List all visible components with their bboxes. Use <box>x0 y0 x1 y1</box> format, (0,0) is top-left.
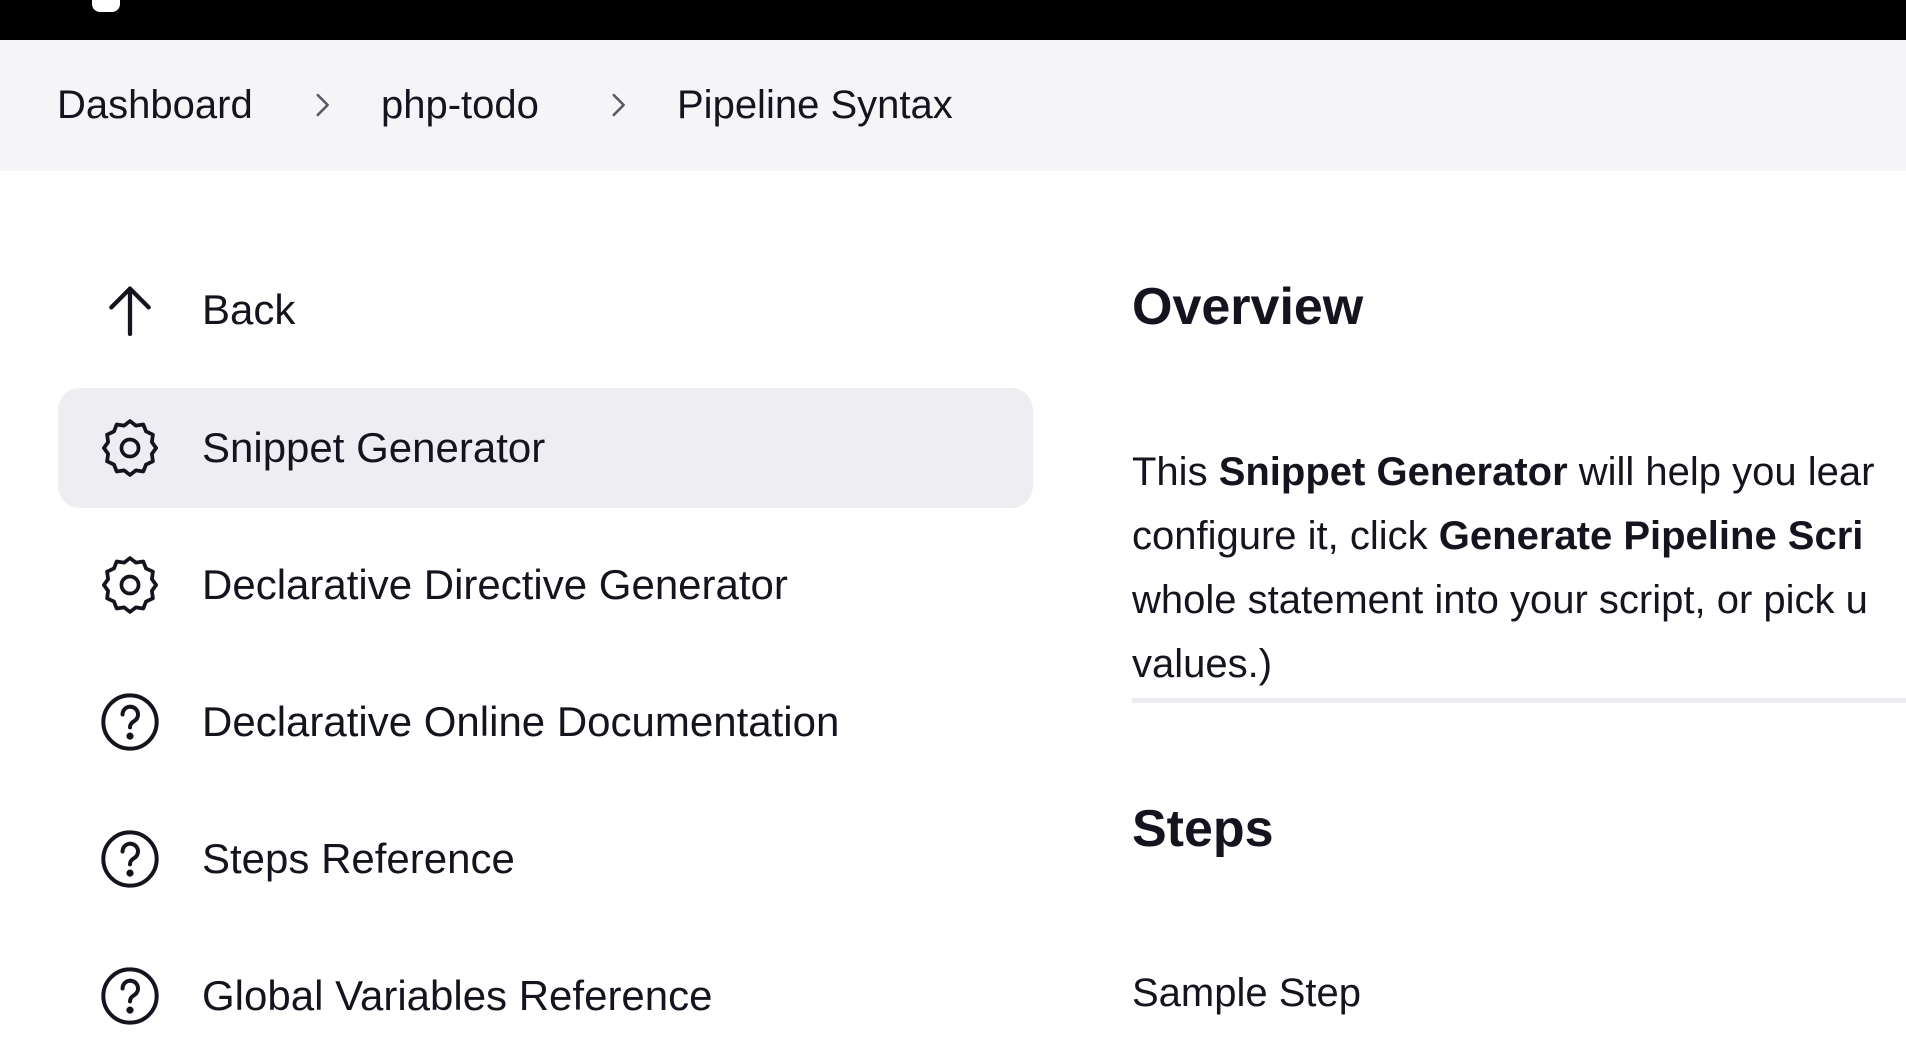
sidebar-item-label: Declarative Online Documentation <box>202 698 840 745</box>
chevron-right-icon <box>601 88 635 122</box>
help-circle-icon <box>98 827 162 891</box>
sidebar-item-label: Back <box>202 286 296 333</box>
paragraph-line: This Snippet Generator will help you lea… <box>1132 440 1906 504</box>
help-circle-icon <box>98 690 162 754</box>
section-divider <box>1132 698 1906 703</box>
sidebar-item-declarative-online-documentation[interactable]: Declarative Online Documentation <box>58 662 1033 782</box>
overview-heading: Overview <box>1132 278 1364 336</box>
sidebar-item-label: Global Variables Reference <box>202 972 713 1019</box>
breadcrumb: Dashboard php-todo Pipeline Syntax <box>0 40 1906 171</box>
jenkins-logo[interactable] <box>92 0 120 12</box>
chevron-right-icon <box>305 88 339 122</box>
sidebar-item-steps-reference[interactable]: Steps Reference <box>58 799 1033 919</box>
sidebar-item-label: Snippet Generator <box>202 424 546 471</box>
sidebar-item-label: Declarative Directive Generator <box>202 561 788 608</box>
sidebar-item-label: Steps Reference <box>202 835 515 882</box>
sidebar-item-declarative-directive-generator[interactable]: Declarative Directive Generator <box>58 525 1033 645</box>
paragraph-text: This <box>1132 450 1219 494</box>
paragraph-line: whole statement into your script, or pic… <box>1132 578 1868 622</box>
gear-icon <box>98 553 162 617</box>
paragraph-text: configure it, click <box>1132 514 1439 558</box>
breadcrumb-pipeline-syntax[interactable]: Pipeline Syntax <box>677 82 953 128</box>
paragraph-bold-text: Snippet Generator <box>1218 450 1568 494</box>
paragraph-line: configure it, click Generate Pipeline Sc… <box>1132 504 1906 568</box>
breadcrumb-dashboard[interactable]: Dashboard <box>57 82 253 128</box>
arrow-up-icon <box>98 278 162 342</box>
sidebar-item-snippet-generator[interactable]: Snippet Generator <box>58 388 1033 508</box>
sidebar-item-back[interactable]: Back <box>58 250 1033 370</box>
steps-heading: Steps <box>1132 800 1274 858</box>
breadcrumb-php-todo[interactable]: php-todo <box>381 82 539 128</box>
sample-step-label: Sample Step <box>1132 971 1362 1015</box>
overview-paragraph: This Snippet Generator will help you lea… <box>1132 440 1906 696</box>
paragraph-line: values.) <box>1132 642 1273 686</box>
gear-icon <box>98 416 162 480</box>
sidebar-item-global-variables-reference[interactable]: Global Variables Reference <box>58 936 1033 1056</box>
top-header-bar <box>0 0 1906 40</box>
help-circle-icon <box>98 964 162 1028</box>
paragraph-text: will help you lear <box>1567 450 1875 494</box>
paragraph-bold-text: Generate Pipeline Scri <box>1438 514 1864 558</box>
